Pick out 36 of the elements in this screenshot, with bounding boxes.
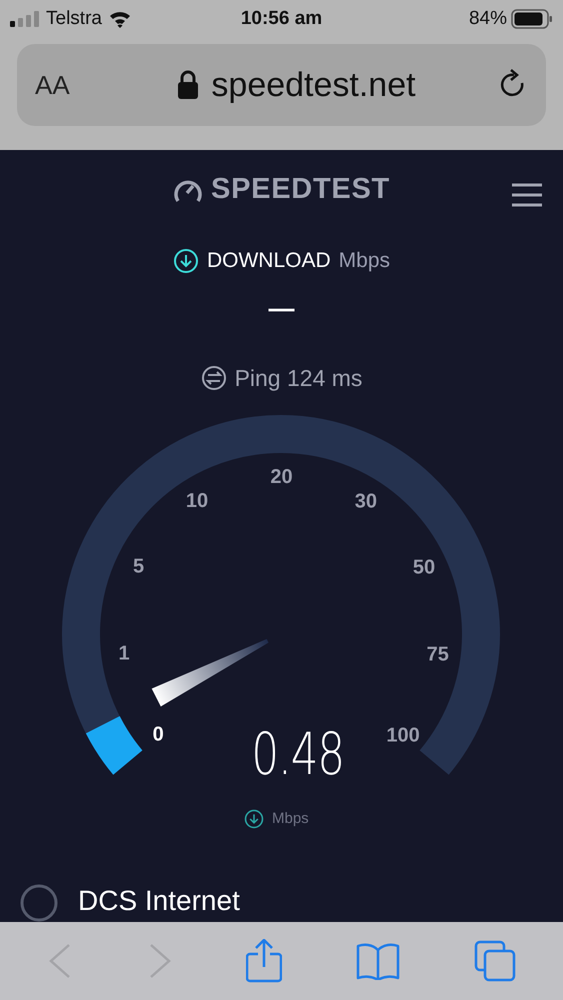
scale-label: 75: [426, 644, 449, 666]
clock: 10:56 am: [240, 6, 322, 31]
battery-icon: [511, 9, 553, 29]
scale-label: 0: [152, 723, 164, 746]
carrier-name: Telstra: [46, 6, 102, 31]
share-icon[interactable]: [246, 939, 282, 983]
scale-label: 5: [132, 556, 144, 578]
download-icon: [172, 248, 199, 274]
tabs-icon[interactable]: [474, 940, 516, 982]
url-text: speedtest.net: [211, 64, 416, 106]
address-bar[interactable]: AA speedtest.net: [17, 44, 546, 126]
scale-label: 100: [386, 724, 420, 746]
battery-percent: 84%: [468, 6, 507, 31]
signal-icon: [10, 11, 40, 27]
scale-label: 30: [354, 490, 378, 513]
provider-icon: [20, 884, 58, 922]
ping-label: Ping 124 ms: [234, 364, 362, 393]
provider-name: DCS Internet: [78, 887, 240, 915]
speed-reading: 0.48: [251, 725, 344, 783]
speed-unit: Mbps: [272, 809, 309, 829]
scale-label: 50: [412, 556, 436, 579]
scale-label: 10: [186, 490, 208, 512]
download-icon: [244, 809, 264, 830]
logo-text: SPEEDTEST: [211, 172, 390, 208]
ping-icon: [200, 364, 227, 391]
text-size-button[interactable]: AA: [35, 66, 95, 104]
download-label: DOWNLOAD: [206, 248, 331, 274]
wifi-icon: [108, 10, 132, 28]
scale-label: 20: [270, 466, 293, 488]
download-unit: Mbps: [338, 248, 390, 274]
download-result: —: [268, 294, 294, 320]
bookmarks-icon[interactable]: [356, 942, 400, 980]
lock-icon: [177, 70, 200, 100]
scale-label: 1: [118, 642, 130, 664]
gauge-fill: [86, 716, 143, 774]
menu-icon[interactable]: [511, 183, 543, 207]
